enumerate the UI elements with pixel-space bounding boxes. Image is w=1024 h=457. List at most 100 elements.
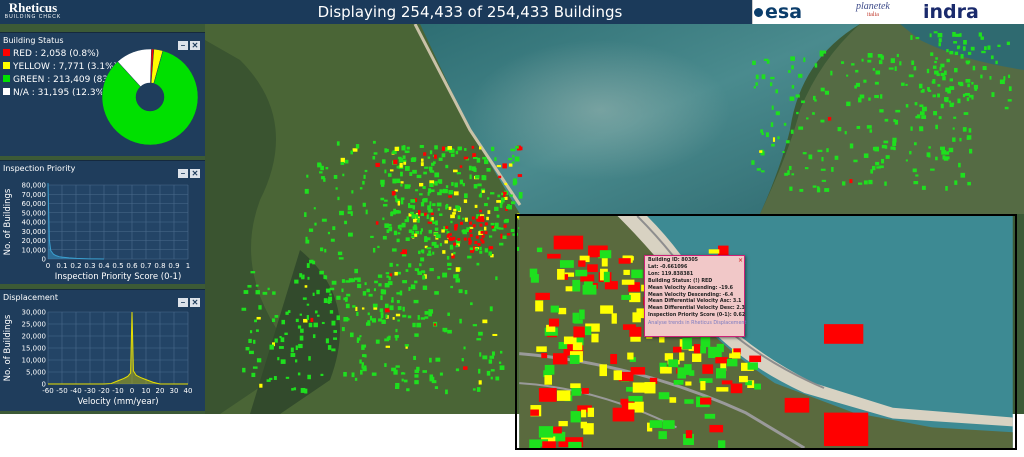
building-marker (804, 167, 809, 170)
building-marker (395, 328, 398, 333)
building-marker (459, 318, 462, 324)
building-marker (867, 59, 872, 63)
building-marker (952, 31, 956, 37)
building-marker (417, 315, 420, 320)
building-marker (411, 235, 415, 238)
building-marker (323, 275, 326, 279)
inset-building-marker (717, 245, 729, 256)
building-marker (331, 320, 336, 326)
building-marker (814, 99, 817, 102)
x-tick-label: 40 (184, 387, 193, 395)
building-marker (353, 277, 359, 281)
building-marker (821, 156, 824, 162)
building-marker (921, 106, 927, 112)
building-marker (870, 169, 874, 174)
building-marker (500, 233, 503, 239)
building-marker (856, 125, 861, 129)
building-marker (337, 196, 340, 201)
building-marker (479, 246, 482, 251)
inset-building-marker (632, 312, 641, 323)
inset-building-marker (613, 370, 622, 381)
building-marker (919, 126, 924, 132)
green-swatch (3, 75, 10, 82)
building-marker (274, 314, 279, 318)
building-marker (331, 348, 336, 352)
building-marker (469, 174, 472, 180)
inset-building-marker (708, 249, 720, 254)
building-marker (472, 388, 476, 391)
building-marker (905, 104, 909, 108)
building-marker (402, 280, 408, 284)
building-marker (816, 187, 821, 193)
building-marker (479, 193, 482, 198)
building-marker (400, 184, 403, 187)
building-marker (484, 231, 488, 235)
status-donut-chart[interactable] (102, 49, 198, 145)
building-marker (400, 199, 404, 205)
building-marker (374, 280, 378, 284)
building-marker (414, 369, 419, 374)
inset-building-marker (726, 358, 738, 367)
building-marker (291, 388, 294, 391)
inspection-priority-chart[interactable]: 0 10,00020,00030,00040,000 50,00060,00070,… (0, 173, 205, 285)
building-marker (461, 358, 464, 362)
rheticus-logo[interactable]: Rheticus BUILDING CHECK (2, 1, 64, 23)
inset-building-marker (627, 352, 634, 360)
building-marker (450, 214, 455, 219)
building-marker (481, 175, 485, 181)
building-marker (473, 167, 477, 173)
building-marker (349, 332, 354, 338)
inset-building-marker (542, 441, 556, 448)
building-marker (499, 242, 504, 246)
inset-building-marker (587, 264, 598, 273)
building-marker (408, 286, 411, 291)
building-marker (355, 144, 360, 149)
building-marker (855, 69, 859, 73)
building-marker (978, 32, 982, 37)
popup-close-icon[interactable]: × (738, 257, 743, 264)
building-marker (298, 343, 303, 349)
inset-building-marker (587, 407, 595, 417)
building-marker (752, 60, 756, 66)
building-marker (406, 146, 410, 150)
building-marker (419, 193, 423, 196)
building-marker (467, 237, 471, 241)
building-marker (938, 116, 942, 120)
building-marker (503, 219, 509, 223)
building-marker (323, 298, 328, 304)
building-marker (429, 183, 434, 187)
inset-building-marker (704, 413, 716, 419)
x-tick-label: 0.5 (112, 262, 123, 270)
building-marker (499, 203, 503, 208)
building-marker (394, 271, 398, 276)
building-marker (476, 262, 480, 266)
building-marker (342, 173, 345, 177)
analyse-trends-link[interactable]: Analyse trends in Rheticus Displacement (648, 320, 746, 327)
building-marker (820, 119, 825, 123)
building-marker (243, 290, 249, 294)
building-marker (490, 376, 493, 380)
building-marker (370, 235, 374, 238)
building-marker (946, 58, 950, 63)
building-marker (488, 246, 494, 250)
building-marker (751, 160, 755, 165)
building-marker (462, 217, 465, 220)
panel-title: Displacement (3, 293, 58, 302)
page-title: Displaying 254,433 of 254,433 Buildings (317, 3, 623, 21)
x-axis-label: Inspection Priority Score (0-1) (55, 272, 182, 282)
building-marker (411, 214, 415, 219)
zoom-inset-map[interactable] (515, 214, 1017, 450)
building-marker (386, 229, 390, 233)
displacement-chart[interactable]: 05,00010,00015,00020,00025,00030,000-60-… (0, 302, 205, 412)
building-marker (295, 345, 298, 351)
building-marker (412, 205, 416, 210)
building-marker (866, 125, 872, 129)
building-marker (319, 247, 324, 252)
building-marker (755, 74, 759, 80)
legend-label: N/A : 31,195 (12.3%) (13, 88, 108, 98)
building-marker (437, 208, 440, 211)
building-marker (487, 210, 491, 214)
building-marker (868, 97, 871, 101)
building-marker (995, 60, 998, 65)
building-marker (812, 112, 815, 115)
